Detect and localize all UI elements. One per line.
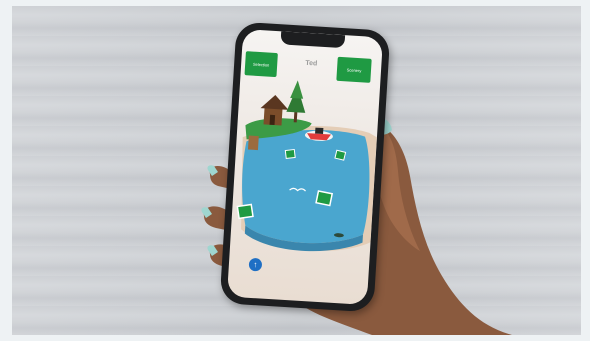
tree-icon[interactable] bbox=[286, 80, 308, 123]
scenery-button[interactable]: Scenery bbox=[336, 56, 372, 83]
dock bbox=[247, 135, 259, 151]
phone-screen: Selection Ted Scenery ↑ bbox=[226, 28, 384, 306]
water[interactable] bbox=[238, 125, 372, 246]
smartphone: Selection Ted Scenery ↑ bbox=[219, 21, 391, 313]
photo: Selection Ted Scenery ↑ bbox=[12, 6, 581, 335]
image-frame: Selection Ted Scenery ↑ bbox=[0, 0, 590, 341]
selection-button[interactable]: Selection bbox=[244, 51, 278, 78]
